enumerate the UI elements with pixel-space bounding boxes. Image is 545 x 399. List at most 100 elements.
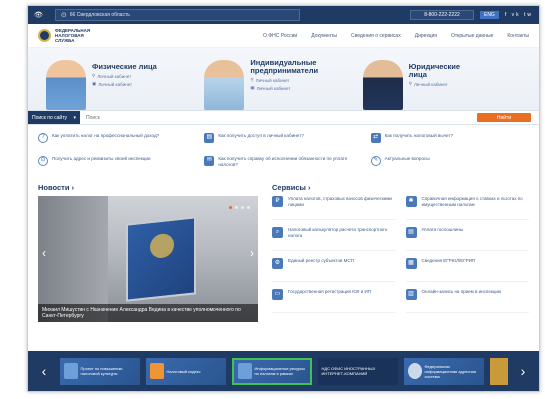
site-logo[interactable]: ФЕДЕРАЛЬНАЯ НАЛОГОВАЯ СЛУЖБА xyxy=(38,28,95,43)
banner-icon xyxy=(237,363,252,379)
menu-item-services[interactable]: Сведения о сервисах xyxy=(351,33,401,39)
lock-icon: ▣ xyxy=(92,81,97,86)
service-item[interactable]: ✱ Справочная информация о ставках и льгот… xyxy=(405,196,529,220)
menu-item-open-data[interactable]: Открытые данные xyxy=(451,33,493,39)
deduction-icon: ⇄ xyxy=(370,133,381,143)
quick-link-item[interactable]: ▤ Как получить доступ в личный кабинет? xyxy=(204,133,362,150)
search-button[interactable]: Найти xyxy=(477,113,531,122)
hero-link-individuals-cabinet[interactable]: ⚲ Личный кабинет xyxy=(92,73,162,79)
document-icon: ▦ xyxy=(405,258,417,269)
banner-carousel: ‹ Проект по повышению налоговой культуры… xyxy=(28,351,539,391)
banner-item[interactable]: Федеральная информационная адресная сист… xyxy=(403,357,484,385)
payment-icon: ₽ xyxy=(272,196,283,207)
main-menu: О ФНС России Документы Сведения о сервис… xyxy=(263,33,529,39)
service-item[interactable]: ⌕ Налоговый калькулятор расчета транспорт… xyxy=(272,227,396,251)
visually-impaired-icon[interactable]: 👁 xyxy=(34,11,43,19)
certificate-icon: ✉ xyxy=(204,156,215,166)
user-icon: ⚲ xyxy=(250,77,254,82)
quick-link-item[interactable]: ✉ Как получить справку об исполнении обяз… xyxy=(204,156,362,173)
registration-icon: ▭ xyxy=(272,289,283,300)
service-item[interactable]: ⚙ Единый реестр субъектов МСП xyxy=(272,258,396,282)
banner-icon xyxy=(149,363,164,379)
service-item[interactable]: ₽ Уплата налогов, страховых взносов физич… xyxy=(272,196,396,220)
fee-icon: ▤ xyxy=(405,227,417,238)
banner-item[interactable]: НДС ОФИС ИНОСТРАННЫХ ИНТЕРНЕТ-КОМПАНИЙ xyxy=(317,357,398,385)
appointment-icon: ▥ xyxy=(405,289,417,300)
location-pin-icon: ⊙ xyxy=(60,12,67,19)
emblem-icon xyxy=(38,29,51,42)
service-item[interactable]: ▭ Государственная регистрация ЮЛ и ИП xyxy=(272,289,396,313)
banner-item-active[interactable]: Информационные ресурсы по налогам в рамк… xyxy=(231,357,312,385)
quick-links: ? Как уплатить налог на профессиональный … xyxy=(28,125,539,179)
individuals-photo xyxy=(46,60,86,110)
search-bar: Поиск по сайту ▾ Найти xyxy=(28,110,539,125)
service-item[interactable]: ▥ Онлайн-запись на прием в инспекцию xyxy=(405,289,529,313)
region-label: 66 Свердловская область xyxy=(69,12,130,18)
user-icon: ⚲ xyxy=(92,73,96,78)
news-slider[interactable]: ‹ › Михаил Мишустин с Назначение Алексан… xyxy=(38,196,258,322)
social-links[interactable]: f vk tw xyxy=(505,12,533,18)
hero-link-individuals-2[interactable]: ▣ Личный кабинет xyxy=(92,81,162,87)
search-scope-label: Поиск по сайту xyxy=(32,114,68,121)
carousel-prev-icon[interactable]: ‹ xyxy=(34,363,54,379)
quick-link-item[interactable]: ⊙ Получить адрес и реквизиты своей инспек… xyxy=(38,156,196,173)
hero-title-individuals[interactable]: Физические лица xyxy=(92,63,162,71)
hero-link-legal-cabinet[interactable]: ⚲ Личный кабинет xyxy=(409,81,479,87)
location-icon: ⊙ xyxy=(38,156,48,166)
question-icon: ? xyxy=(38,133,48,143)
slider-dots[interactable] xyxy=(229,206,250,209)
services-section: Сервисы › ₽ Уплата налогов, страховых взн… xyxy=(272,183,529,322)
faq-icon: ✎ xyxy=(370,156,381,166)
hero-entrepreneurs[interactable]: Индивидуальные предприниматели ⚲ Личный к… xyxy=(204,48,362,110)
top-bar: 👁 ⊙ 66 Свердловская область 8-800-222-22… xyxy=(28,6,539,24)
service-item[interactable]: ▦ Сведения ЕГРЮЛ/ЕГРИП xyxy=(405,258,529,282)
hero-audiences: Физические лица ⚲ Личный кабинет ▣ Личный … xyxy=(28,48,539,110)
menu-item-about[interactable]: О ФНС России xyxy=(263,33,297,39)
quick-link-item[interactable]: ? Как уплатить налог на профессиональный … xyxy=(38,133,196,150)
hero-legal-entities[interactable]: Юридические лица ⚲ Личный кабинет xyxy=(362,48,521,110)
quick-link-item[interactable]: ✎ Актуальные вопросы xyxy=(370,156,529,173)
eagle-emblem-icon xyxy=(150,232,174,260)
banner-item[interactable]: Проект по повышению налоговой культуры xyxy=(59,357,140,385)
service-item[interactable]: ▤ Уплата госпошлины xyxy=(405,227,529,251)
user-icon: ⚲ xyxy=(408,81,412,86)
menu-item-documents[interactable]: Документы xyxy=(311,33,337,39)
quick-link-item[interactable]: ⇄ Как получить налоговый вычет? xyxy=(370,133,529,150)
carousel-next-icon[interactable]: › xyxy=(513,363,533,379)
calculator-icon: ⌕ xyxy=(272,227,283,238)
hero-link-entrepreneurs-2[interactable]: ▣ Личный кабинет xyxy=(250,85,320,91)
hero-title-entrepreneurs[interactable]: Индивидуальные предприниматели xyxy=(250,59,320,75)
hero-link-entrepreneurs-cabinet[interactable]: ⚲ Личный кабинет xyxy=(250,77,320,83)
news-caption[interactable]: Михаил Мишустин с Назначение Александра … xyxy=(38,304,258,322)
phone-number: 8-800-222-2222 xyxy=(409,10,474,20)
site-header: ФЕДЕРАЛЬНАЯ НАЛОГОВАЯ СЛУЖБА О ФНС Росси… xyxy=(28,24,539,48)
slider-prev-icon[interactable]: ‹ xyxy=(42,246,46,260)
banner-icon xyxy=(407,363,422,379)
logo-text: ФЕДЕРАЛЬНАЯ НАЛОГОВАЯ СЛУЖБА xyxy=(55,28,91,43)
news-photo-plaque xyxy=(126,216,196,302)
news-title[interactable]: Новости › xyxy=(38,183,258,192)
hero-title-legal[interactable]: Юридические лица xyxy=(409,63,479,79)
menu-item-contacts[interactable]: Контакты xyxy=(507,33,529,39)
lock-icon: ▣ xyxy=(250,85,255,90)
chevron-down-icon: ▾ xyxy=(73,114,76,121)
banner-item[interactable] xyxy=(489,357,508,385)
banner-icon xyxy=(63,363,78,379)
content-sections: Новости › ‹ › Михаил Мишустин с Назначен… xyxy=(28,183,539,322)
banner-item[interactable]: Налоговый кодекс xyxy=(145,357,226,385)
hero-individuals[interactable]: Физические лица ⚲ Личный кабинет ▣ Личный … xyxy=(46,48,204,110)
search-input[interactable] xyxy=(80,111,477,124)
entrepreneurs-photo xyxy=(204,60,245,110)
news-section: Новости › ‹ › Михаил Мишустин с Назначен… xyxy=(38,183,258,322)
services-title[interactable]: Сервисы › xyxy=(272,183,529,192)
browser-frame: 👁 ⊙ 66 Свердловская область 8-800-222-22… xyxy=(27,5,540,392)
banner-list: Проект по повышению налоговой культуры Н… xyxy=(54,357,513,385)
cabinet-icon: ▤ xyxy=(204,133,215,143)
registry-icon: ⚙ xyxy=(272,258,283,269)
slider-next-icon[interactable]: › xyxy=(250,246,254,260)
legal-entities-photo xyxy=(362,60,403,110)
language-badge[interactable]: ENG xyxy=(479,11,499,19)
search-scope-select[interactable]: Поиск по сайту ▾ xyxy=(28,111,80,124)
menu-item-directorate[interactable]: Дирекция xyxy=(415,33,437,39)
region-selector[interactable]: ⊙ 66 Свердловская область xyxy=(54,9,300,21)
